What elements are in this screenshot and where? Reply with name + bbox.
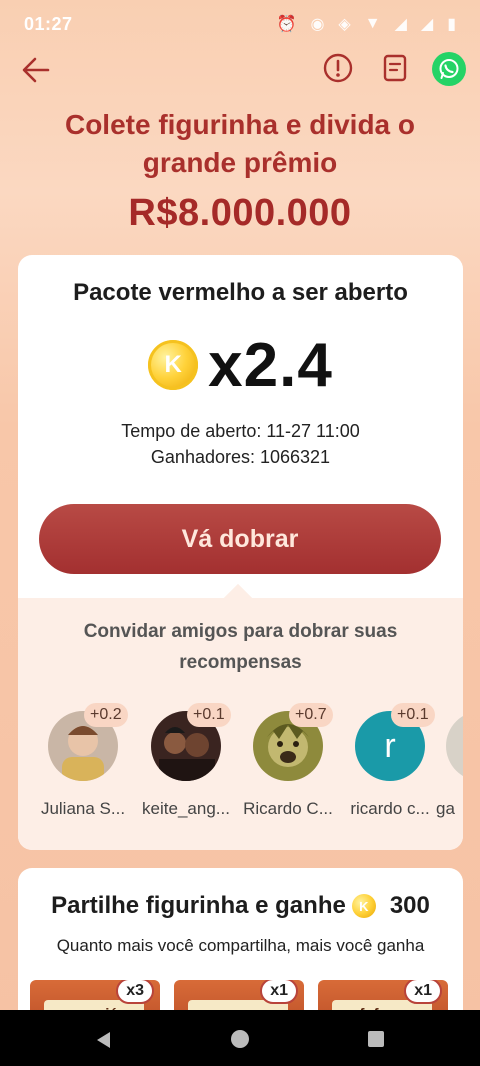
k-coin-icon: K — [351, 894, 376, 918]
rules-button[interactable] — [379, 52, 411, 84]
k-coin-icon: K — [148, 340, 199, 390]
back-arrow-icon — [22, 57, 50, 83]
multiplier-value: x2.4 — [208, 330, 333, 400]
share-title: Partilhe figurinha e ganhe — [51, 892, 346, 919]
avatar — [446, 711, 463, 781]
location-icon: ◉ — [310, 16, 325, 33]
friend-name: ricardo c... — [350, 799, 430, 818]
signal-icon: ◢ — [420, 16, 434, 33]
friend-item[interactable]: +0.2 Juliana S... — [38, 703, 138, 833]
sticker-count-badge: x1 — [404, 980, 442, 1004]
invite-friends-panel: Convidar amigos para dobrar suas recompe… — [18, 583, 463, 850]
friends-list: +0.2 Juliana S... +0.1 keite_ang... +0.7… — [18, 703, 463, 843]
status-icons: ⏰ ◉ ◈ ▼ ◢ ◢ ▮ — [277, 14, 456, 34]
bonus-badge: +0.2 — [84, 703, 128, 727]
friend-name: Juliana S... — [40, 799, 126, 818]
bonus-badge: +0.1 — [187, 703, 231, 727]
status-time: 01:27 — [24, 13, 73, 34]
red-packet-card: Pacote vermelho a ser aberto K x2.4 Temp… — [18, 255, 463, 850]
sticker-count-badge: x3 — [116, 980, 154, 1004]
exclamation-circle-icon — [323, 53, 353, 83]
sticker-count-badge: x1 — [260, 980, 298, 1004]
invite-line-2: recompensas — [179, 652, 302, 673]
friend-name: Ricardo C... — [243, 799, 333, 818]
nav-back-icon[interactable] — [94, 1030, 112, 1050]
grand-prize-amount: R$8.000.000 — [128, 192, 352, 234]
whatsapp-icon — [432, 52, 466, 86]
friend-item[interactable]: +0.7 Ricardo C... — [243, 703, 343, 833]
friend-item[interactable]: +0.1 keite_ang... — [141, 703, 241, 833]
vibrate-icon: ◈ — [338, 16, 351, 33]
friend-item[interactable]: ga — [436, 703, 463, 833]
share-subtitle: Quanto mais você compartilha, mais você … — [56, 936, 425, 955]
avatar-initial: r — [384, 727, 395, 765]
bonus-badge: +0.1 — [391, 703, 435, 727]
status-bar: 01:27 ⏰ ◉ ◈ ▼ ◢ ◢ ▮ — [0, 0, 480, 48]
go-double-button[interactable]: Vá dobrar — [39, 504, 441, 574]
friend-name: ga — [436, 799, 455, 818]
invite-friends-text: Convidar amigos para dobrar suas recompe… — [48, 616, 433, 678]
invite-line-1: Convidar amigos para dobrar suas — [83, 621, 398, 642]
friend-item[interactable]: r +0.1 ricardo c... — [345, 703, 445, 833]
alarm-icon: ⏰ — [276, 16, 297, 33]
nav-home-icon[interactable] — [231, 1030, 249, 1048]
share-reward-amount: 300 — [389, 892, 430, 919]
back-button[interactable] — [18, 52, 54, 88]
document-icon — [383, 54, 407, 82]
packet-title: Pacote vermelho a ser aberto — [73, 279, 408, 306]
friend-name: keite_ang... — [142, 799, 230, 818]
open-time-text: Tempo de aberto: 11-27 11:00 — [121, 421, 360, 441]
coin-multiplier-row: K x2.4 — [18, 325, 463, 405]
bonus-badge: +0.7 — [289, 703, 333, 727]
battery-icon: ▮ — [447, 16, 456, 33]
top-navigation — [0, 48, 480, 90]
lte-signal-icon: ◢ — [394, 16, 407, 33]
system-navigation-bar — [0, 1010, 480, 1066]
info-button[interactable] — [322, 52, 354, 84]
whatsapp-share-button[interactable] — [432, 52, 466, 86]
winners-count-text: Ganhadores: 1066321 — [150, 447, 331, 467]
headline-line-1: Colete figurinha e divida o — [64, 109, 416, 140]
share-title-row: Partilhe figurinha e ganhe K 300 — [18, 892, 463, 920]
panel-pointer — [223, 583, 253, 613]
headline-line-2: grande prêmio — [142, 147, 338, 178]
wifi-icon: ▼ — [364, 15, 381, 32]
page-headline: Colete figurinha e divida o grande prêmi… — [40, 106, 440, 182]
nav-recents-icon[interactable] — [368, 1031, 384, 1047]
